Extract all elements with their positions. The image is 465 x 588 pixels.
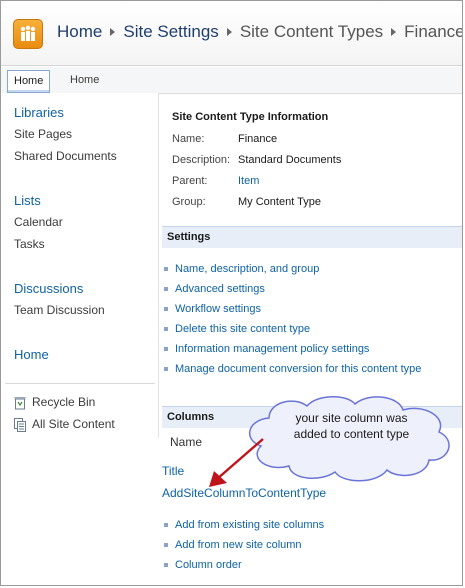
bullet-icon — [164, 523, 168, 528]
ql-recycle-bin[interactable]: Recycle Bin — [14, 395, 95, 410]
ql-item-site-pages[interactable]: Site Pages — [14, 127, 72, 141]
settings-heading: Settings — [167, 231, 211, 243]
column-link-title[interactable]: Title — [162, 464, 184, 478]
recycle-bin-icon — [14, 396, 26, 410]
info-label-name: Name: — [172, 133, 205, 145]
chevron-right-icon — [110, 27, 116, 36]
info-label-group: Group: — [172, 196, 206, 208]
app-window: Home Site Settings Site Content Types Finan… — [0, 0, 463, 586]
settings-link-name-description-group[interactable]: Name, description, and group — [164, 263, 319, 275]
tab-home[interactable]: Home — [64, 70, 105, 91]
bullet-icon — [164, 563, 168, 568]
info-value-parent-link[interactable]: Item — [238, 175, 259, 187]
columns-action-label: Add from new site column — [175, 539, 302, 551]
info-value-description: Standard Documents — [238, 154, 342, 166]
settings-link-label: Delete this site content type — [175, 323, 311, 335]
columns-action-label: Column order — [175, 559, 242, 571]
top-nav-bar: Home Home — [1, 67, 462, 94]
columns-heading: Columns — [167, 411, 215, 423]
annotation-callout: your site column was added to content ty… — [239, 392, 461, 484]
info-value-name: Finance — [238, 133, 278, 145]
page-header: Home Site Settings Site Content Types Finan… — [1, 1, 463, 66]
settings-section-header: Settings — [162, 226, 462, 248]
ql-divider — [5, 383, 155, 384]
ql-item-team-discussion[interactable]: Team Discussion — [14, 303, 105, 317]
settings-link-label: Manage document conversion for this cont… — [175, 363, 422, 375]
settings-link-label: Information management policy settings — [175, 343, 370, 355]
breadcrumb-site-content-types[interactable]: Site Content Types — [240, 22, 383, 41]
chevron-right-icon — [226, 27, 232, 36]
bullet-icon — [164, 327, 168, 332]
bullet-icon — [164, 307, 168, 312]
callout-text: your site column was added to content ty… — [264, 410, 439, 442]
breadcrumb: Home Site Settings Site Content Types Finan… — [57, 22, 463, 42]
breadcrumb-current: Finance — [404, 22, 463, 41]
columns-action-label: Add from existing site columns — [175, 519, 325, 531]
columns-header-name: Name — [170, 435, 203, 449]
bullet-icon — [164, 287, 168, 292]
ql-heading-home[interactable]: Home — [14, 347, 49, 362]
annotation-arrow-icon — [209, 438, 264, 487]
chevron-right-icon — [391, 27, 397, 36]
ql-heading-libraries[interactable]: Libraries — [14, 105, 64, 120]
ql-item-shared-documents[interactable]: Shared Documents — [14, 149, 117, 163]
ql-item-tasks[interactable]: Tasks — [14, 237, 45, 251]
info-label-parent: Parent: — [172, 175, 208, 187]
quick-launch: Libraries Site Pages Shared Documents Li… — [1, 93, 159, 438]
bullet-icon — [164, 267, 168, 272]
info-title: Site Content Type Information — [172, 111, 329, 123]
ql-heading-lists[interactable]: Lists — [14, 193, 41, 208]
bullet-icon — [164, 347, 168, 352]
main-content: Site Content Type Information Name: Fina… — [161, 93, 462, 585]
callout-line-2: added to content type — [293, 427, 410, 441]
bullet-icon — [164, 543, 168, 548]
settings-link-doc-conversion[interactable]: Manage document conversion for this cont… — [164, 363, 421, 375]
all-site-content-icon — [14, 417, 26, 432]
tab-home-active[interactable]: Home — [7, 70, 51, 93]
settings-link-label: Workflow settings — [175, 303, 261, 315]
settings-link-workflow[interactable]: Workflow settings — [164, 303, 261, 315]
columns-order-link[interactable]: Column order — [164, 559, 242, 571]
breadcrumb-site-settings[interactable]: Site Settings — [123, 22, 218, 41]
all-site-content-label: All Site Content — [32, 417, 115, 431]
ql-heading-discussions[interactable]: Discussions — [14, 281, 83, 296]
info-label-description: Description: — [172, 154, 231, 166]
settings-link-delete[interactable]: Delete this site content type — [164, 323, 310, 335]
ql-item-calendar[interactable]: Calendar — [14, 215, 63, 229]
columns-add-existing-link[interactable]: Add from existing site columns — [164, 519, 324, 531]
settings-link-label: Name, description, and group — [175, 263, 320, 275]
site-logo-icon[interactable] — [13, 19, 43, 49]
info-value-group: My Content Type — [238, 196, 321, 208]
recycle-bin-label: Recycle Bin — [32, 395, 96, 409]
bullet-icon — [164, 367, 168, 372]
breadcrumb-home[interactable]: Home — [57, 22, 102, 41]
ql-all-site-content[interactable]: All Site Content — [14, 417, 115, 432]
settings-link-label: Advanced settings — [175, 283, 265, 295]
settings-link-advanced[interactable]: Advanced settings — [164, 283, 265, 295]
settings-link-info-mgmt-policy[interactable]: Information management policy settings — [164, 343, 369, 355]
callout-line-1: your site column was — [295, 411, 408, 425]
columns-add-new-link[interactable]: Add from new site column — [164, 539, 302, 551]
